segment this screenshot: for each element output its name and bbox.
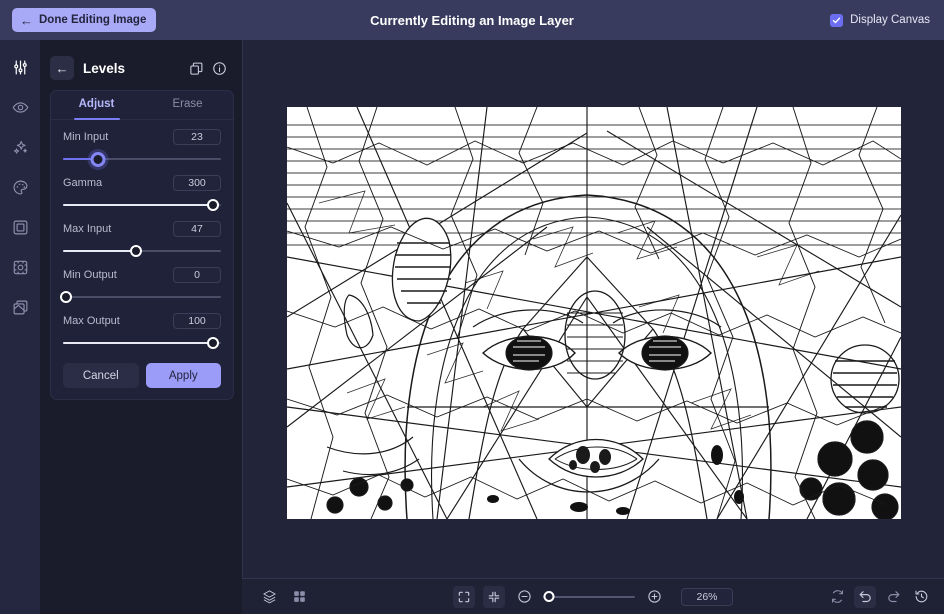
max-input-value-field[interactable]: 47 xyxy=(173,221,221,237)
levels-card: Adjust Erase Min Input 23 Gamma 300 Max … xyxy=(50,90,234,400)
shrink-to-fit-icon[interactable] xyxy=(483,585,505,608)
display-canvas-checkbox[interactable] xyxy=(830,13,844,27)
slider-handle[interactable] xyxy=(129,245,142,257)
min-input-slider[interactable] xyxy=(63,151,221,167)
gamma-value-field[interactable]: 300 xyxy=(173,175,221,191)
max-input-slider[interactable] xyxy=(63,244,221,258)
layers-stack-icon[interactable] xyxy=(258,586,280,608)
control-label: Max Input xyxy=(63,223,112,235)
levels-panel: ← Levels Adjust Erase Min Input 23 Gamma… xyxy=(40,40,242,614)
rail-item-adjustments[interactable] xyxy=(6,53,34,81)
history-controls xyxy=(826,585,932,608)
crop-transform-icon xyxy=(13,260,27,274)
control-label: Gamma xyxy=(63,177,103,189)
slider-handle[interactable] xyxy=(207,199,220,211)
check-icon xyxy=(832,17,841,23)
slider-fill xyxy=(63,204,214,206)
zoom-in-plus-icon[interactable] xyxy=(643,586,665,608)
max-output-value-field[interactable]: 100 xyxy=(173,313,221,329)
panel-action-buttons: Cancel Apply xyxy=(51,350,233,388)
control-min-output: Min Output 0 xyxy=(51,258,233,304)
control-label: Max Output xyxy=(63,315,120,327)
layers-copy-icon xyxy=(13,300,27,314)
panel-title: Levels xyxy=(83,60,126,76)
min-output-value-field[interactable]: 0 xyxy=(173,267,221,283)
done-editing-image-label: Done Editing Image xyxy=(39,14,147,26)
slider-fill xyxy=(63,250,136,252)
panel-header: ← Levels xyxy=(40,48,242,88)
arrow-left-icon: ← xyxy=(20,12,33,28)
slider-handle[interactable] xyxy=(90,151,106,167)
frame-icon xyxy=(13,220,27,234)
bottom-left-group xyxy=(258,586,310,608)
history-clock-icon[interactable] xyxy=(910,586,932,608)
slider-handle[interactable] xyxy=(207,337,220,349)
zoom-out-minus-icon[interactable] xyxy=(513,586,535,608)
tab-adjust[interactable]: Adjust xyxy=(51,91,142,119)
palette-icon xyxy=(13,180,27,194)
top-bar: ← Done Editing Image Currently Editing a… xyxy=(0,0,944,40)
eye-icon xyxy=(12,101,28,113)
sparkles-icon xyxy=(13,140,27,154)
rail-item-palette[interactable] xyxy=(6,173,34,201)
redo-icon[interactable] xyxy=(882,586,904,608)
zoom-controls: 26% xyxy=(453,585,733,608)
zoom-slider-handle[interactable] xyxy=(543,590,555,602)
undo-icon[interactable] xyxy=(854,585,876,608)
rail-item-frame[interactable] xyxy=(6,213,34,241)
rail-item-layers[interactable] xyxy=(6,293,34,321)
tool-rail xyxy=(0,40,40,614)
control-min-input: Min Input 23 xyxy=(51,120,233,167)
reset-sync-icon[interactable] xyxy=(826,586,848,608)
adjustments-sliders-icon xyxy=(13,60,27,74)
control-max-input: Max Input 47 xyxy=(51,212,233,258)
tab-erase[interactable]: Erase xyxy=(142,91,233,119)
info-circle-icon[interactable] xyxy=(209,58,229,78)
apply-button[interactable]: Apply xyxy=(145,363,221,388)
min-output-slider[interactable] xyxy=(60,290,221,304)
grid-four-squares-icon[interactable] xyxy=(288,586,310,608)
min-input-value-field[interactable]: 23 xyxy=(173,129,221,145)
max-output-slider[interactable] xyxy=(63,336,221,350)
zoom-level-field[interactable]: 26% xyxy=(681,587,733,606)
panel-back-button[interactable]: ← xyxy=(50,56,74,80)
control-label: Min Input xyxy=(63,131,109,143)
rail-item-transform[interactable] xyxy=(6,253,34,281)
gamma-slider[interactable] xyxy=(63,198,221,212)
fit-to-screen-icon[interactable] xyxy=(453,585,475,608)
canvas-stage[interactable] xyxy=(242,40,944,614)
control-gamma: Gamma 300 xyxy=(51,166,233,212)
done-editing-image-button[interactable]: ← Done Editing Image xyxy=(12,8,157,32)
zoom-slider-track xyxy=(543,595,635,598)
control-max-output: Max Output 100 xyxy=(51,304,233,350)
display-canvas-label: Display Canvas xyxy=(850,14,930,26)
control-label: Min Output xyxy=(63,269,117,281)
slider-fill xyxy=(63,342,214,344)
slider-handle[interactable] xyxy=(60,291,73,303)
line-art-face-artwork xyxy=(287,107,901,519)
slider-track xyxy=(63,296,221,298)
panel-tabs: Adjust Erase xyxy=(51,91,233,120)
image-canvas[interactable] xyxy=(287,107,901,519)
duplicate-layers-icon[interactable] xyxy=(186,58,206,78)
zoom-slider[interactable] xyxy=(543,590,635,603)
bottom-toolbar: 26% xyxy=(242,578,944,614)
rail-item-visibility[interactable] xyxy=(6,93,34,121)
rail-item-effects[interactable] xyxy=(6,133,34,161)
display-canvas-toggle[interactable]: Display Canvas xyxy=(830,13,930,27)
cancel-button[interactable]: Cancel xyxy=(63,363,139,388)
